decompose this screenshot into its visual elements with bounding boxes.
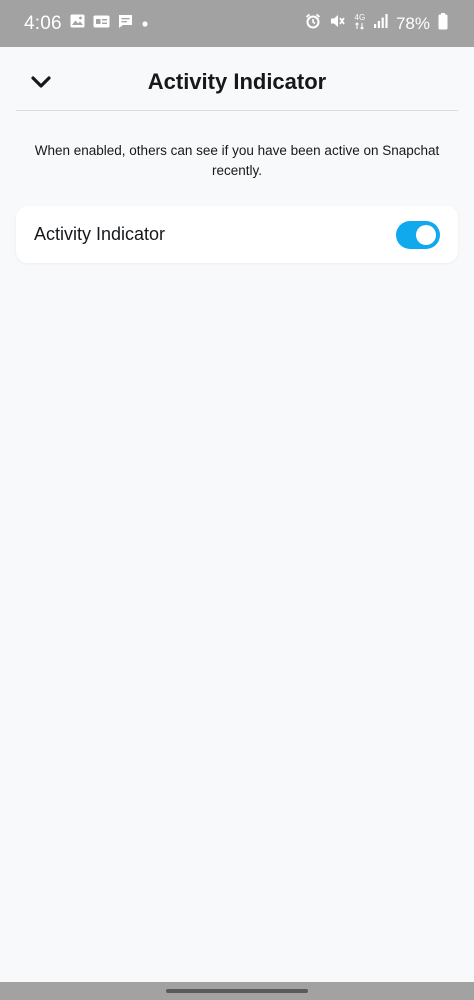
navigation-bar: [0, 982, 474, 1000]
header: Activity Indicator: [16, 47, 458, 111]
mute-icon: [329, 13, 346, 34]
activity-indicator-label: Activity Indicator: [34, 224, 166, 244]
activity-indicator-row[interactable]: Activity Indicator: [16, 206, 458, 263]
home-handle[interactable]: [166, 989, 308, 993]
network-4g-icon: 4G: [354, 12, 366, 35]
setting-description: When enabled, others can see if you have…: [34, 143, 440, 178]
screen: 4:06 4G 78% Activity Indicator When enab…: [0, 0, 474, 1000]
dot-icon: [141, 15, 149, 33]
status-time: 4:06: [24, 12, 62, 34]
gallery-icon: [70, 14, 85, 33]
status-bar-left: 4:06: [24, 13, 149, 35]
network-label: 4G: [354, 13, 365, 22]
message-icon: [118, 14, 133, 34]
signal-icon: [373, 14, 388, 33]
activity-indicator-toggle[interactable]: [396, 220, 440, 249]
battery-percent: 78%: [395, 13, 430, 33]
battery-icon: [438, 12, 448, 35]
status-bar: 4:06 4G 78%: [0, 0, 474, 47]
page-title: Activity Indicator: [147, 69, 327, 94]
gs-icon: [93, 15, 110, 33]
alarm-icon: [305, 13, 321, 34]
toggle-knob: [416, 224, 436, 245]
status-bar-right: 4G 78%: [305, 12, 448, 35]
